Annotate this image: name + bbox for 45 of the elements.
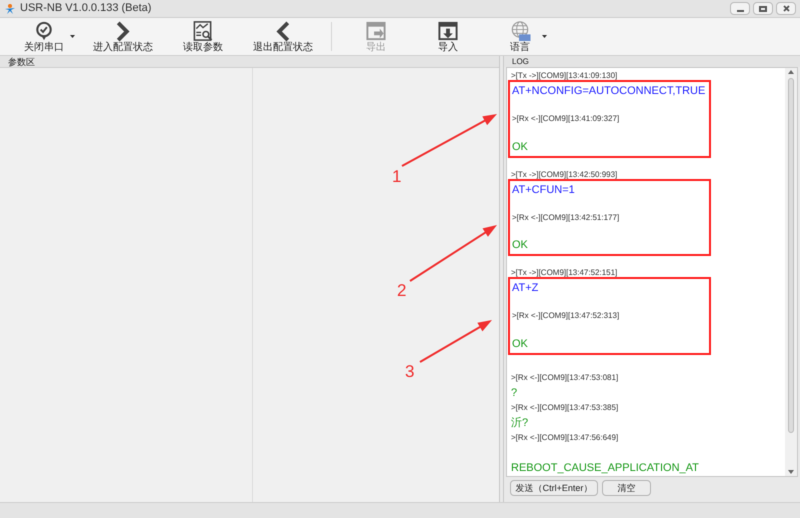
log-header: >[Rx <-][COM9][13:42:51:177] <box>512 212 620 224</box>
app-logo-icon <box>4 2 16 14</box>
log-response: OK <box>512 140 528 155</box>
annotation-number: 1 <box>392 167 402 186</box>
log-header: >[Rx <-][COM9][13:47:56:649] <box>511 432 620 444</box>
log-header: >[Rx <-][COM9][13:47:53:385] <box>511 402 620 414</box>
panel-header: 参数区 <box>0 56 499 68</box>
log-response: 沂? <box>511 416 528 432</box>
clear-button[interactable]: 清空 <box>602 480 651 496</box>
window-title: USR-NB V1.0.0.133 (Beta) <box>20 1 152 16</box>
log-header: >[Tx ->][COM9][13:41:09:130] <box>511 70 618 80</box>
annotation-number: 3 <box>405 362 414 381</box>
annotation-number: 2 <box>397 281 406 300</box>
scroll-down-icon[interactable] <box>788 470 794 474</box>
toolbar-button[interactable]: 读取参数 <box>163 18 243 55</box>
toolbar-button[interactable]: 退出配置状态 <box>243 18 323 55</box>
log-command: AT+Z <box>512 281 538 296</box>
toolbar-button[interactable]: 语言 <box>484 18 556 55</box>
log-header: >[Tx ->][COM9][13:47:52:151] <box>511 267 618 278</box>
toolbar-button[interactable]: 进入配置状态 <box>83 18 163 55</box>
toolbar-button[interactable]: 导入 <box>412 18 484 55</box>
minimize-button[interactable] <box>730 2 750 15</box>
log-response: OK <box>512 337 528 352</box>
log-response: OK <box>512 238 528 254</box>
log-header: >[Rx <-][COM9][13:47:53:081] <box>511 372 620 384</box>
log-header: >[Rx <-][COM9][13:41:09:327] <box>512 112 620 125</box>
scrollbar[interactable] <box>785 68 797 476</box>
export-icon <box>364 20 388 42</box>
log-command: AT+NCONFIG=AUTOCONNECT,TRUE <box>512 84 706 99</box>
send-button[interactable]: 发送（Ctrl+Enter） <box>510 480 598 496</box>
close-button[interactable] <box>776 2 796 15</box>
log-header: >[Rx <-][COM9][13:47:52:313] <box>512 310 620 322</box>
import-icon <box>436 20 460 42</box>
log-command: AT+CFUN=1 <box>512 182 575 198</box>
close-icon <box>782 5 790 12</box>
dropdown-arrow-icon[interactable] <box>542 35 547 38</box>
scroll-up-icon[interactable] <box>788 70 794 74</box>
log-header: >[Tx ->][COM9][13:42:50:993] <box>511 168 618 179</box>
chart-search-icon <box>191 20 215 42</box>
dropdown-arrow-icon[interactable] <box>70 35 75 38</box>
log-response: REBOOT_CAUSE_APPLICATION_AT <box>511 461 699 476</box>
toolbar-button[interactable]: 关闭串口 <box>4 18 84 55</box>
maximize-button[interactable] <box>753 2 773 15</box>
panel-header: LOG <box>504 56 800 67</box>
log-response: ? <box>511 386 518 402</box>
